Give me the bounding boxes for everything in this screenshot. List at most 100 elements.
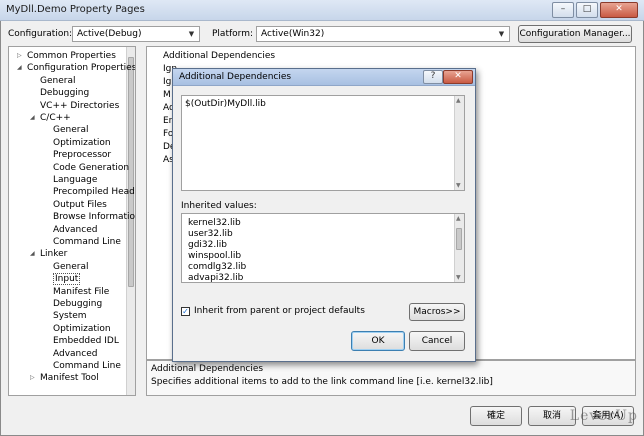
dialog-title-bar: Additional Dependencies ? ✕ (173, 69, 475, 86)
tree-item[interactable]: Debugging (40, 87, 89, 99)
tree-item-label: General (40, 75, 76, 86)
platform-dropdown[interactable]: Active(Win32) ▼ (256, 26, 510, 42)
tree-item[interactable]: Embedded IDL (53, 335, 119, 347)
tree-item[interactable]: General (53, 124, 88, 136)
tree-item[interactable]: ▷ Manifest Tool (30, 372, 99, 384)
scroll-down-icon: ▼ (456, 274, 461, 281)
scroll-up-icon: ▲ (456, 97, 461, 104)
expand-arrow-icon[interactable]: ▷ (30, 372, 35, 384)
scroll-down-icon: ▼ (456, 182, 461, 189)
minimize-button[interactable]: – (552, 2, 574, 18)
inherit-checkbox[interactable]: ✓ (181, 307, 190, 316)
dialog-close-button[interactable]: ✕ (443, 70, 473, 84)
close-button[interactable]: ✕ (600, 2, 638, 18)
inherited-values-list[interactable]: ▲ ▼ kernel32.lib user32.lib gdi32.lib winsp… (181, 213, 465, 283)
tree-item[interactable]: Output Files (53, 199, 107, 211)
tree-item[interactable]: Debugging (53, 298, 102, 310)
tree-item-label: Command Line (53, 361, 121, 371)
list-item: user32.lib (188, 229, 233, 239)
additional-dependencies-dialog: Additional Dependencies ? ✕ $(OutDir)MyD… (172, 68, 476, 362)
tree-item-label: Common Properties (27, 51, 116, 61)
tree-item-label: Advanced (53, 348, 98, 359)
tree-item[interactable]: ◢ Configuration Properties (17, 62, 136, 74)
dialog-title: Additional Dependencies (179, 72, 292, 82)
inherited-scrollbar-thumb[interactable] (456, 228, 462, 250)
edit-scrollbar[interactable]: ▲ ▼ (454, 96, 464, 190)
tree-item[interactable]: Command Line (53, 236, 121, 248)
tree-item-label: Code Generation (53, 162, 130, 173)
tree-item[interactable]: Advanced (53, 224, 97, 236)
chevron-down-icon: ▼ (188, 30, 195, 38)
tree-item-label: Output Files (53, 199, 107, 210)
platform-value: Active(Win32) (261, 29, 325, 39)
tree-item[interactable]: ▷ Common Properties (17, 50, 116, 62)
tree-item-label: Advanced (53, 224, 98, 235)
tree-item[interactable]: Language (53, 174, 97, 186)
tree-item-label: Debugging (40, 88, 90, 99)
tree-item-label: VC++ Directories (40, 100, 120, 111)
grid-row[interactable]: Additional Dependencies (163, 50, 275, 63)
collapse-arrow-icon[interactable]: ◢ (30, 112, 35, 124)
footer-ok-button[interactable]: 確定 (470, 406, 522, 426)
tree-item[interactable]: Precompiled Head (53, 186, 135, 198)
tree-item-label: C/C++ (40, 113, 71, 123)
tree-item[interactable]: System (53, 310, 87, 322)
list-item: winspool.lib (188, 251, 242, 261)
tree-item-label: Manifest Tool (40, 373, 99, 384)
watermark-logo: LeverUp (569, 408, 638, 424)
maximize-button[interactable]: □ (576, 2, 598, 18)
tree-item-label: General (53, 125, 89, 136)
expand-arrow-icon[interactable]: ▷ (17, 50, 22, 62)
tree-item[interactable]: Optimization (53, 137, 111, 149)
tree-item-label: Manifest File (53, 286, 110, 297)
collapse-arrow-icon[interactable]: ◢ (30, 248, 35, 260)
tree-item[interactable]: Manifest File (53, 286, 109, 298)
window-title: MyDll.Demo Property Pages (6, 4, 145, 15)
configuration-manager-button[interactable]: Configuration Manager... (518, 25, 632, 43)
tree-item-label: Input (53, 273, 81, 286)
description-title: Additional Dependencies (151, 364, 264, 374)
tree-item[interactable]: VC++ Directories (40, 100, 119, 112)
tree-item[interactable]: General (40, 75, 75, 87)
description-panel: Additional Dependencies Specifies additi… (146, 360, 636, 396)
tree-item[interactable]: ◢ C/C++ (30, 112, 71, 124)
list-item: advapi32.lib (188, 273, 244, 283)
inherit-checkbox-label: Inherit from parent or project defaults (194, 306, 365, 316)
configuration-dropdown[interactable]: Active(Debug) ▼ (72, 26, 200, 42)
dependencies-edit-box[interactable]: $(OutDir)MyDll.lib ▲ ▼ (181, 95, 465, 191)
tree-item[interactable]: Command Line (53, 360, 121, 372)
tree-item[interactable]: Code Generation (53, 162, 129, 174)
tree-item[interactable]: Browse Informatio (53, 211, 135, 223)
tree-item-label: Optimization (53, 137, 111, 148)
chevron-down-icon: ▼ (498, 30, 505, 38)
grid-row[interactable]: Ig (163, 76, 171, 89)
configuration-label: Configuration: (8, 29, 73, 39)
inherited-scrollbar[interactable]: ▲ ▼ (454, 214, 464, 282)
ok-button[interactable]: OK (351, 331, 405, 351)
list-item: gdi32.lib (188, 240, 227, 250)
tree-item[interactable]: Optimization (53, 323, 111, 335)
tree-item-label: Debugging (53, 299, 103, 309)
tree-item[interactable]: ◢ Linker (30, 248, 67, 260)
help-button[interactable]: ? (423, 70, 443, 84)
description-text: Specifies additional items to add to the… (151, 377, 493, 387)
tree-item[interactable]: Input (53, 273, 81, 286)
tree-item-label: System (53, 311, 87, 322)
tree-item[interactable]: General (53, 261, 88, 273)
tree-item-label: Configuration Properties (27, 63, 136, 74)
property-tree[interactable]: ▷ Common Properties ◢ Configuration Propert… (8, 46, 136, 396)
list-item: comdlg32.lib (188, 262, 247, 272)
tree-item[interactable]: Advanced (53, 348, 97, 360)
tree-item-label: Language (53, 175, 98, 185)
macros-button[interactable]: Macros>> (409, 303, 465, 321)
cancel-button[interactable]: Cancel (409, 331, 465, 351)
scroll-up-icon: ▲ (456, 215, 461, 222)
tree-item-label: Precompiled Head (53, 187, 135, 198)
collapse-arrow-icon[interactable]: ◢ (17, 62, 22, 74)
tree-item-label: Command Line (53, 237, 121, 247)
list-item: kernel32.lib (188, 218, 241, 228)
tree-item[interactable]: Preprocessor (53, 149, 111, 161)
grid-row[interactable]: M (163, 89, 171, 102)
title-buttons: – □ ✕ (552, 2, 638, 18)
tree-item-label: General (53, 261, 89, 272)
